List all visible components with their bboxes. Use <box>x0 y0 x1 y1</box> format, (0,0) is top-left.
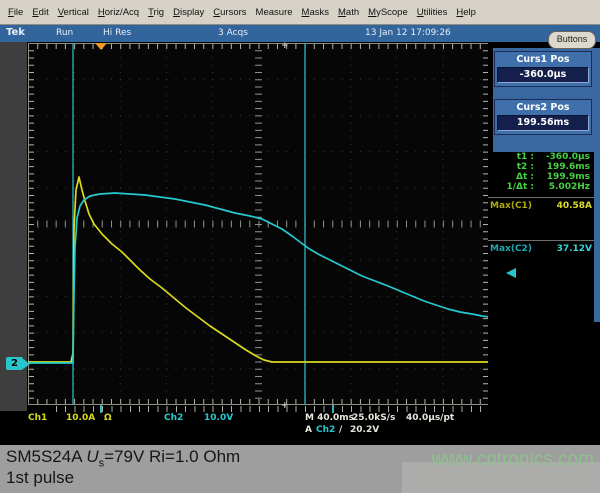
menu-vertical[interactable]: Vertical <box>58 7 89 18</box>
center-marker-bottom: + <box>281 401 289 411</box>
menu-math[interactable]: Math <box>338 7 359 18</box>
datetime: 13 Jan 12 17:09:26 <box>365 28 451 38</box>
menu-help[interactable]: Help <box>456 7 476 18</box>
cursor2-title: Curs2 Pos <box>497 101 589 115</box>
ch2-scale: 10.0V <box>204 413 233 423</box>
center-marker-top: + <box>281 41 289 51</box>
panel-edge-strip <box>594 152 600 322</box>
graticule-svg <box>28 43 489 405</box>
timebase-readout: M 40.0ms <box>305 413 354 423</box>
cursor2-position-control: Curs2 Pos 199.56ms <box>494 99 592 135</box>
ch1-label[interactable]: Ch1 <box>28 413 47 423</box>
graticule-area: + + <box>28 43 489 405</box>
max-c2-measurement: Max(C2) 37.12V <box>490 244 592 254</box>
right-panel: Curs1 Pos -360.0µs Curs2 Pos 199.56ms t1… <box>488 42 600 445</box>
ch2-marker-label: 2 <box>6 357 23 370</box>
caption-line1: SM5S24A Us=79V Ri=1.0 Ohm <box>6 447 240 469</box>
delta-t-readout: Δt : 199.9ms <box>496 172 590 182</box>
menu-myscope[interactable]: MyScope <box>368 7 408 18</box>
left-bezel <box>0 42 27 411</box>
menu-masks[interactable]: Masks <box>302 7 329 18</box>
watermark-text: www.cntronics.com <box>431 449 594 471</box>
run-state: Run <box>56 28 73 38</box>
inverse-delta-t-readout: 1/Δt : 5.002Hz <box>496 182 590 192</box>
oscilloscope-screen: File Edit Vertical Horiz/Acq Trig Displa… <box>0 0 600 493</box>
sample-rate-readout: 25.0kS/s <box>352 413 395 423</box>
ch2-ground-marker[interactable]: 2 <box>6 357 30 370</box>
ch1-scale: 10.0A <box>66 413 95 423</box>
max-c1-measurement: Max(C1) 40.58A <box>490 201 592 211</box>
trigger-level-arrow-icon[interactable] <box>506 268 516 278</box>
cursor1-value-field[interactable]: -360.0µs <box>497 67 589 83</box>
ch1-current-trace <box>28 177 488 362</box>
ch2-label[interactable]: Ch2 <box>164 413 183 423</box>
cursor1-position-control: Curs1 Pos -360.0µs <box>494 51 592 87</box>
buttons-button[interactable]: Buttons <box>548 31 596 49</box>
menu-edit[interactable]: Edit <box>32 7 48 18</box>
trigger-source: Ch2 <box>316 425 335 435</box>
right-arrow-icon <box>23 359 30 369</box>
menu-measure[interactable]: Measure <box>256 7 293 18</box>
cursor-readouts: t1 : -360.0µs t2 : 199.6ms Δt : 199.9ms … <box>496 152 590 192</box>
separator <box>488 240 594 241</box>
trigger-slope-icon: / <box>339 425 342 435</box>
caption-strip: SM5S24A Us=79V Ri=1.0 Ohm 1st pulse www.… <box>0 445 600 493</box>
status-bar: Tek Run Hi Res 3 Acqs 13 Jan 12 17:09:26 <box>0 25 600 42</box>
separator <box>488 197 594 198</box>
ch2-voltage-trace <box>28 193 489 363</box>
ch1-coupling: Ω <box>104 413 112 423</box>
menu-cursors[interactable]: Cursors <box>213 7 246 18</box>
tek-logo: Tek <box>6 27 25 38</box>
menu-file[interactable]: File <box>8 7 23 18</box>
acquisition-mode: Hi Res <box>103 28 131 38</box>
menu-trig[interactable]: Trig <box>148 7 164 18</box>
t1-readout: t1 : -360.0µs <box>496 152 590 162</box>
cursor2-value-field[interactable]: 199.56ms <box>497 115 589 131</box>
acquisition-count: 3 Acqs <box>218 28 248 38</box>
menu-utilities[interactable]: Utilities <box>417 7 448 18</box>
display-area: + + 2 Ch1 10.0A Ω Ch2 10.0V M 40.0ms 25.… <box>0 42 600 445</box>
trigger-mode-prefix: A <box>305 425 312 435</box>
t2-readout: t2 : 199.6ms <box>496 162 590 172</box>
resolution-readout: 40.0µs/pt <box>406 413 454 423</box>
menu-display[interactable]: Display <box>173 7 204 18</box>
cursor1-tick[interactable] <box>100 405 102 413</box>
trigger-level-readout: 20.2V <box>350 425 379 435</box>
caption-line2: 1st pulse <box>6 468 74 488</box>
cursor2-tick[interactable] <box>332 405 334 413</box>
menu-horiz-acq[interactable]: Horiz/Acq <box>98 7 139 18</box>
menu-bar: File Edit Vertical Horiz/Acq Trig Displa… <box>0 0 600 25</box>
trigger-position-icon[interactable] <box>95 43 107 50</box>
cursor1-title: Curs1 Pos <box>497 53 589 67</box>
